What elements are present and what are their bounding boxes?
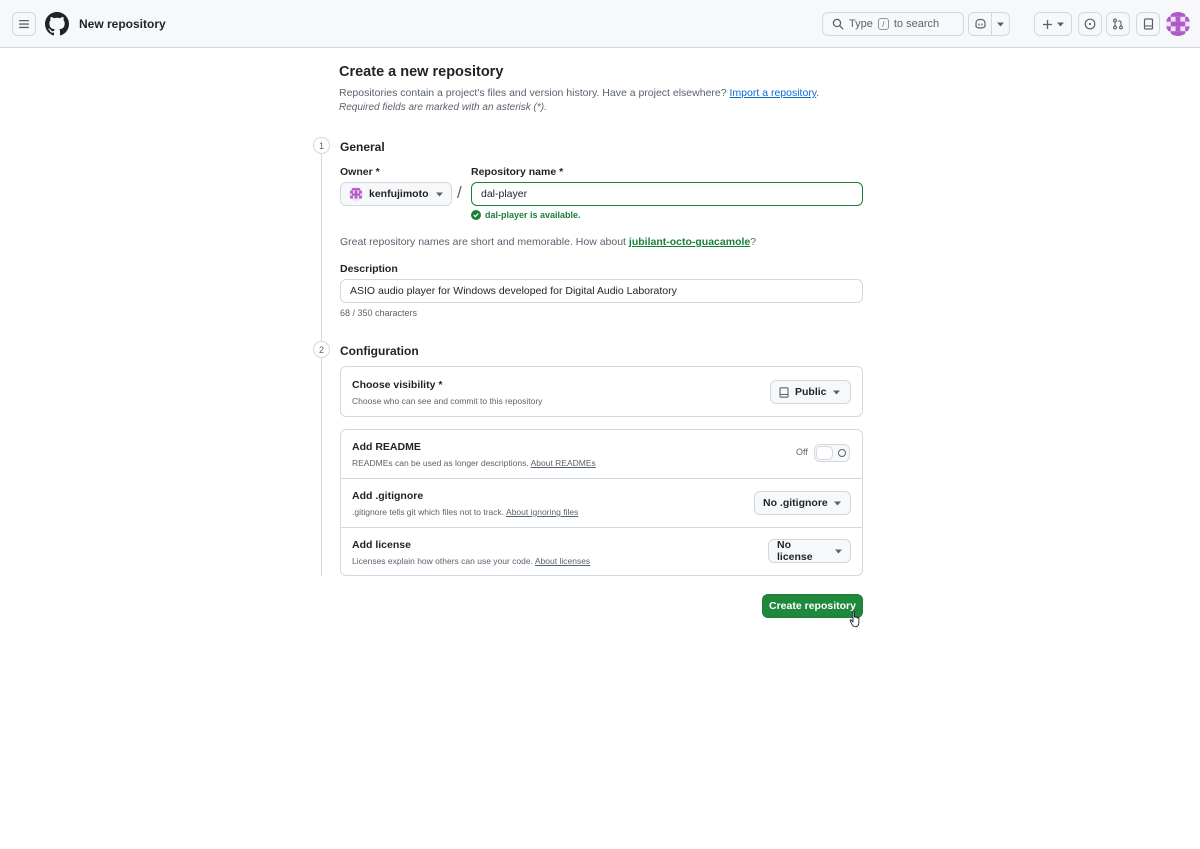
plus-icon bbox=[1043, 19, 1052, 29]
lead-text: Repositories contain a project's files a… bbox=[339, 87, 727, 99]
suggestion-suffix: ? bbox=[750, 236, 757, 248]
lead-end: . bbox=[816, 87, 820, 99]
gitignore-desc-text: .gitignore tells git which files not to … bbox=[352, 507, 505, 517]
identicon-icon bbox=[1166, 12, 1190, 36]
visibility-desc: Choose who can see and commit to this re… bbox=[352, 396, 543, 406]
readme-toggle[interactable] bbox=[814, 444, 850, 462]
create-repository-button[interactable]: Create repository bbox=[762, 594, 863, 618]
description-value: ASIO audio player for Windows developed … bbox=[350, 285, 677, 297]
header-title: New repository bbox=[79, 17, 166, 31]
owner-select[interactable]: kenfujimoto bbox=[340, 182, 452, 206]
required-fields-note: Required fields are marked with an aster… bbox=[339, 102, 547, 113]
owner-repo-separator: / bbox=[457, 183, 462, 202]
availability-message: dal-player is available. bbox=[471, 210, 581, 220]
search-input[interactable]: Type / to search bbox=[822, 12, 964, 36]
repository-name-value: dal-player bbox=[481, 188, 528, 200]
gitignore-select[interactable]: No .gitignore bbox=[754, 491, 851, 515]
hand-pointer-cursor-icon bbox=[849, 610, 860, 628]
suggestion-prefix: Great repository names are short and mem… bbox=[340, 236, 626, 248]
copilot-button[interactable] bbox=[969, 13, 993, 35]
gitignore-title: Add .gitignore bbox=[352, 490, 424, 502]
repository-name-input[interactable]: dal-player bbox=[471, 182, 863, 206]
visibility-value: Public bbox=[795, 386, 827, 398]
description-label: Description bbox=[340, 263, 398, 275]
about-readmes-link[interactable]: About READMEs bbox=[531, 458, 596, 468]
license-select[interactable]: No license bbox=[768, 539, 851, 563]
visibility-title: Choose visibility * bbox=[352, 379, 443, 391]
caret-down-icon bbox=[835, 549, 842, 553]
search-placeholder-suffix: to search bbox=[893, 18, 940, 30]
gitignore-desc: .gitignore tells git which files not to … bbox=[352, 507, 578, 517]
toggle-knob bbox=[816, 446, 833, 460]
copilot-button-group bbox=[968, 12, 1010, 36]
caret-down-icon bbox=[997, 22, 1005, 26]
create-new-button[interactable] bbox=[1034, 12, 1072, 36]
caret-down-icon bbox=[436, 192, 443, 196]
visibility-select[interactable]: Public bbox=[770, 380, 851, 404]
gitignore-row: Add .gitignore .gitignore tells git whic… bbox=[341, 478, 862, 527]
copilot-icon bbox=[975, 18, 986, 29]
readme-desc-text: READMEs can be used as longer descriptio… bbox=[352, 458, 529, 468]
license-desc: Licenses explain how others can use your… bbox=[352, 556, 590, 566]
global-header: New repository Type / to search bbox=[0, 0, 1200, 48]
description-char-count: 68 / 350 characters bbox=[340, 308, 418, 318]
owner-value: kenfujimoto bbox=[369, 188, 429, 200]
readme-row: Add README READMEs can be used as longer… bbox=[341, 430, 862, 478]
section-title-general: General bbox=[340, 140, 385, 154]
check-circle-icon bbox=[471, 210, 481, 220]
gitignore-value: No .gitignore bbox=[763, 497, 828, 509]
repository-options-card: Add README READMEs can be used as longer… bbox=[340, 429, 863, 576]
search-icon bbox=[832, 18, 844, 30]
import-repository-link[interactable]: Import a repository bbox=[730, 87, 817, 99]
page-title: Create a new repository bbox=[339, 64, 504, 80]
name-suggestion: Great repository names are short and mem… bbox=[340, 236, 756, 248]
license-title: Add license bbox=[352, 539, 411, 551]
readme-toggle-state: Off bbox=[796, 447, 808, 457]
owner-avatar-icon bbox=[349, 187, 363, 201]
section-title-configuration: Configuration bbox=[340, 344, 419, 358]
step-number-general: 1 bbox=[313, 137, 330, 154]
caret-down-icon bbox=[1057, 22, 1064, 26]
copilot-menu-button[interactable] bbox=[992, 13, 1009, 35]
repo-icon bbox=[1143, 18, 1153, 30]
visibility-card: Choose visibility * Choose who can see a… bbox=[340, 366, 863, 417]
inbox-button[interactable] bbox=[1136, 12, 1160, 36]
repository-name-label: Repository name * bbox=[471, 166, 564, 178]
about-ignoring-files-link[interactable]: About ignoring files bbox=[506, 507, 578, 517]
owner-label: Owner * bbox=[340, 166, 380, 178]
pull-requests-button[interactable] bbox=[1106, 12, 1130, 36]
repo-icon bbox=[779, 386, 789, 398]
license-desc-text: Licenses explain how others can use your… bbox=[352, 556, 533, 566]
steps-rail bbox=[321, 154, 322, 576]
description-input[interactable]: ASIO audio player for Windows developed … bbox=[340, 279, 863, 303]
issue-opened-icon bbox=[1084, 18, 1096, 30]
readme-desc: READMEs can be used as longer descriptio… bbox=[352, 458, 596, 468]
hamburger-icon bbox=[19, 20, 29, 29]
toggle-off-icon bbox=[838, 449, 846, 457]
about-licenses-link[interactable]: About licenses bbox=[535, 556, 590, 566]
suggested-name-link[interactable]: jubilant-octo-guacamole bbox=[629, 236, 750, 248]
issues-button[interactable] bbox=[1078, 12, 1102, 36]
license-value: No license bbox=[777, 539, 813, 563]
license-row: Add license Licenses explain how others … bbox=[341, 527, 862, 575]
user-avatar[interactable] bbox=[1166, 12, 1190, 36]
search-shortcut-key: / bbox=[877, 18, 889, 30]
caret-down-icon bbox=[832, 390, 840, 394]
github-logo-icon[interactable] bbox=[45, 12, 69, 36]
page-lead: Repositories contain a project's files a… bbox=[339, 87, 819, 99]
search-placeholder-prefix: Type bbox=[849, 18, 873, 30]
availability-text: dal-player is available. bbox=[485, 210, 581, 220]
readme-title: Add README bbox=[352, 441, 421, 453]
step-number-configuration: 2 bbox=[313, 341, 330, 358]
menu-button[interactable] bbox=[12, 12, 36, 36]
git-pull-request-icon bbox=[1113, 18, 1123, 30]
caret-down-icon bbox=[833, 501, 841, 505]
